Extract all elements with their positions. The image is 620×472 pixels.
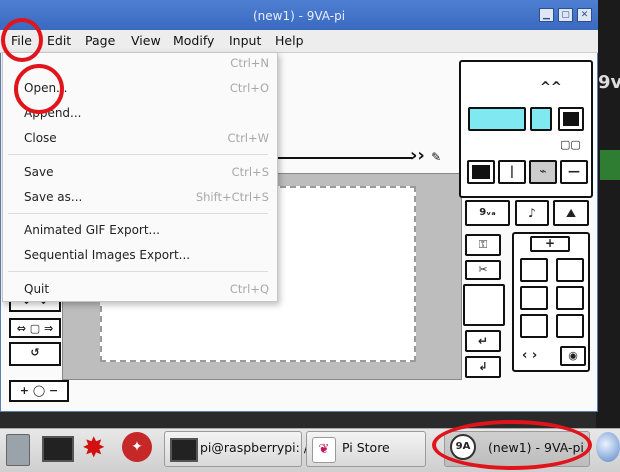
desktop-background	[596, 0, 620, 428]
palette-collapse-icon[interactable]: ^^	[540, 80, 562, 95]
frame-thumb-6[interactable]	[556, 314, 584, 338]
menu-item-sequential-export[interactable]: Sequential Images Export...	[24, 248, 190, 262]
annotation-circle-file	[1, 18, 43, 62]
palette-small-squares-icon[interactable]: ▢▢	[560, 138, 581, 151]
desktop-green-patch	[600, 150, 620, 180]
add-frame-icon[interactable]: +	[530, 236, 570, 252]
frame-thumb-5[interactable]	[520, 314, 548, 338]
menu-page[interactable]: Page	[85, 30, 115, 52]
menu-separator	[8, 213, 268, 214]
menu-modify[interactable]: Modify	[173, 30, 214, 52]
next-page-arrow-icon[interactable]: ›› ✎	[410, 145, 441, 166]
annotation-circle-open	[14, 64, 64, 114]
key-icon[interactable]: ⚿	[465, 234, 501, 256]
pi-store-task-label: Pi Store	[342, 440, 390, 455]
thin-line-icon[interactable]: |	[498, 160, 526, 184]
terminal-task-icon	[170, 438, 198, 462]
tool-zoom-icon[interactable]: + ◯ −	[9, 380, 69, 402]
maximize-icon[interactable]: ▢	[558, 8, 573, 22]
desktop-partial-text: 9v	[598, 72, 620, 93]
raspberry-icon: ❦	[312, 437, 336, 463]
burst-app-icon[interactable]: ✸	[82, 432, 105, 464]
shortcut-new: Ctrl+N	[230, 56, 269, 70]
menu-input[interactable]: Input	[229, 30, 261, 52]
menu-separator	[8, 154, 268, 155]
menu-separator	[8, 271, 268, 272]
globe-icon[interactable]	[596, 432, 620, 462]
color-swatch-cyan[interactable]	[530, 107, 552, 131]
menu-view[interactable]: View	[131, 30, 161, 52]
file-manager-icon[interactable]	[6, 434, 30, 466]
terminal-launcher-icon[interactable]	[42, 436, 74, 462]
return-icon[interactable]: ↲	[465, 356, 501, 378]
shortcut-open: Ctrl+O	[229, 81, 269, 95]
next-page-arrow-line	[278, 157, 412, 159]
shortcut-save: Ctrl+S	[231, 165, 269, 179]
shortcut-close: Ctrl+W	[227, 131, 269, 145]
logo-9va-icon[interactable]: 9ᵥₐ	[465, 200, 510, 226]
window-title: (new1) - 9VA-pi	[252, 9, 346, 23]
menu-help[interactable]: Help	[275, 30, 304, 52]
landscape-icon[interactable]: ⛰	[553, 200, 589, 226]
frame-thumb-1[interactable]	[520, 258, 548, 282]
tool-rotate-icon[interactable]: ↺	[9, 342, 61, 366]
line-width-icon[interactable]: —	[560, 160, 588, 184]
camera-icon[interactable]: ◉	[560, 346, 586, 366]
frame-thumb-3[interactable]	[520, 286, 548, 310]
current-color-swatch[interactable]	[468, 107, 526, 131]
enter-icon[interactable]: ↵	[465, 330, 501, 352]
wolfram-icon[interactable]: ✦	[122, 432, 152, 462]
color-swatch-black[interactable]	[558, 107, 584, 131]
brush-icon[interactable]: ⌁	[529, 160, 557, 184]
minimize-icon[interactable]: ▁	[539, 8, 554, 22]
layer-panel[interactable]	[463, 284, 505, 326]
menu-item-gif-export[interactable]: Animated GIF Export...	[24, 223, 160, 237]
shortcut-save-as: Shift+Ctrl+S	[195, 190, 269, 204]
music-note-icon[interactable]: ♪	[515, 200, 549, 226]
menu-edit[interactable]: Edit	[47, 30, 71, 52]
shortcut-quit: Ctrl+Q	[229, 282, 269, 296]
cut-icon[interactable]: ✂	[465, 260, 501, 280]
annotation-circle-taskbar	[432, 420, 592, 470]
terminal-task-label: pi@raspberrypi: /	[200, 440, 309, 455]
close-icon[interactable]: ✕	[577, 8, 592, 22]
frame-nav-icon[interactable]: ‹ ›	[522, 348, 537, 363]
fill-black-icon[interactable]	[467, 160, 495, 184]
frame-thumb-4[interactable]	[556, 286, 584, 310]
tool-move-icon[interactable]: ⇔ ▢ ⇒	[9, 318, 61, 338]
frame-thumb-2[interactable]	[556, 258, 584, 282]
